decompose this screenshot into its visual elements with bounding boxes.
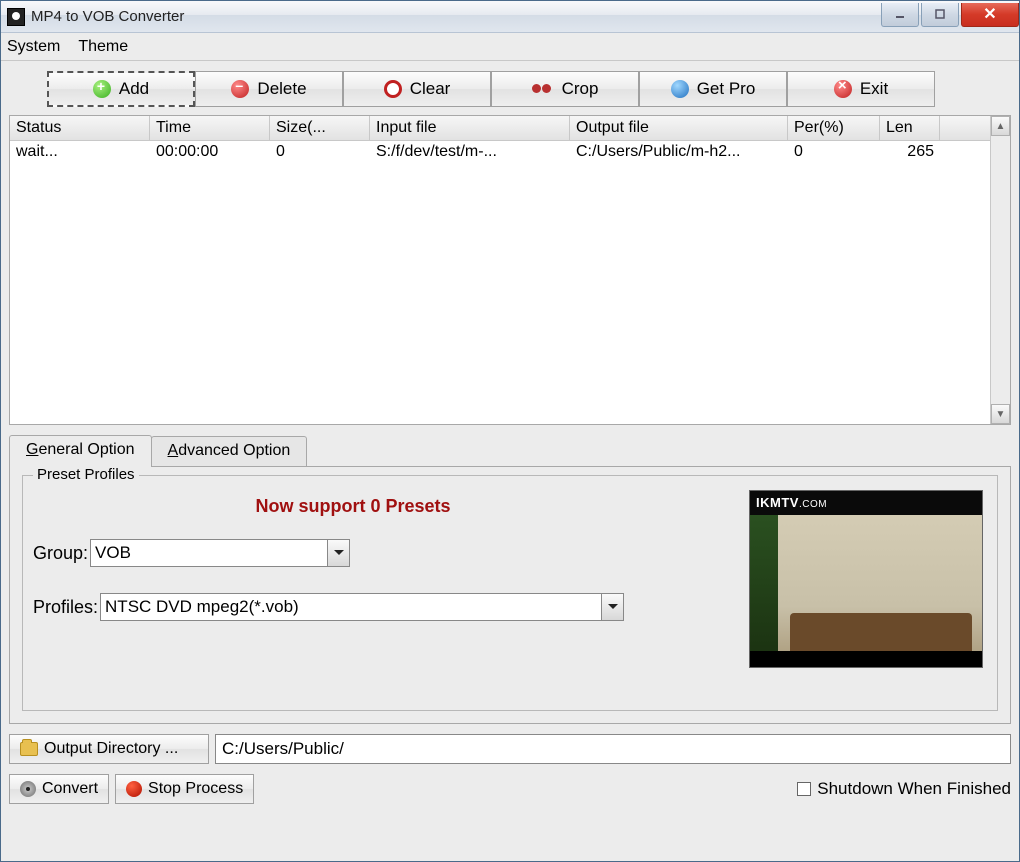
shutdown-checkbox[interactable]: Shutdown When Finished (797, 779, 1011, 799)
cell-status: wait... (10, 141, 150, 163)
cell-len: 265 (880, 141, 940, 163)
preview-scene (750, 515, 982, 667)
file-table: Status Time Size(... Input file Output f… (9, 115, 1011, 425)
folder-icon (20, 742, 38, 756)
preview-brand-bar: IKMTV.COM (750, 491, 982, 515)
chevron-down-icon (601, 594, 623, 620)
title-bar: MP4 to VOB Converter ✕ (1, 1, 1019, 33)
preset-legend: Preset Profiles (33, 466, 139, 483)
minimize-icon (894, 8, 906, 20)
delete-label: Delete (257, 79, 306, 99)
exit-icon (834, 80, 852, 98)
cell-output: C:/Users/Public/m-h2... (570, 141, 788, 163)
getpro-button[interactable]: Get Pro (639, 71, 787, 107)
group-combo[interactable]: VOB (90, 539, 350, 567)
toolbar: Add Delete Clear Crop Get Pro Exit (47, 71, 1011, 107)
output-path-input[interactable] (215, 734, 1011, 764)
add-label: Add (119, 79, 149, 99)
tab-general-rest: eneral Option (38, 441, 134, 458)
minimize-button[interactable] (881, 3, 919, 27)
stop-icon (126, 781, 142, 797)
convert-button[interactable]: Convert (9, 774, 109, 804)
add-button[interactable]: Add (47, 71, 195, 107)
getpro-label: Get Pro (697, 79, 756, 99)
tab-panel-general: Preset Profiles Now support 0 Presets Gr… (9, 466, 1011, 724)
cell-size: 0 (270, 141, 370, 163)
maximize-icon (934, 8, 946, 20)
clear-icon (384, 80, 402, 98)
options-tabs: General Option Advanced Option Preset Pr… (9, 435, 1011, 724)
group-value: VOB (95, 543, 131, 563)
profiles-label: Profiles: (33, 597, 98, 618)
col-len[interactable]: Len (880, 116, 940, 140)
maximize-button[interactable] (921, 3, 959, 27)
add-icon (93, 80, 111, 98)
col-status[interactable]: Status (10, 116, 150, 140)
crop-icon (532, 80, 554, 98)
checkbox-box-icon (797, 782, 811, 796)
preset-message: Now support 0 Presets (193, 496, 513, 517)
menu-bar: System Theme (1, 33, 1019, 61)
output-dir-label: Output Directory ... (44, 740, 178, 758)
cell-per: 0 (788, 141, 880, 163)
menu-system[interactable]: System (7, 38, 60, 56)
stop-button[interactable]: Stop Process (115, 774, 254, 804)
clear-label: Clear (410, 79, 451, 99)
scroll-up-icon[interactable]: ▲ (991, 116, 1010, 136)
preset-fieldset: Preset Profiles Now support 0 Presets Gr… (22, 475, 998, 711)
delete-button[interactable]: Delete (195, 71, 343, 107)
table-header: Status Time Size(... Input file Output f… (10, 116, 1010, 141)
scroll-down-icon[interactable]: ▼ (991, 404, 1010, 424)
tab-advanced[interactable]: Advanced Option (151, 436, 308, 466)
clear-button[interactable]: Clear (343, 71, 491, 107)
scrollbar[interactable]: ▲ ▼ (990, 116, 1010, 424)
output-directory-button[interactable]: Output Directory ... (9, 734, 209, 764)
window-title: MP4 to VOB Converter (31, 8, 879, 25)
col-time[interactable]: Time (150, 116, 270, 140)
exit-label: Exit (860, 79, 888, 99)
crop-button[interactable]: Crop (491, 71, 639, 107)
profiles-combo[interactable]: NTSC DVD mpeg2(*.vob) (100, 593, 624, 621)
crop-label: Crop (562, 79, 599, 99)
close-icon: ✕ (983, 4, 996, 24)
group-label: Group: (33, 543, 88, 564)
col-size[interactable]: Size(... (270, 116, 370, 140)
stop-label: Stop Process (148, 780, 243, 798)
table-row[interactable]: wait... 00:00:00 0 S:/f/dev/test/m-... C… (10, 141, 1010, 163)
profiles-value: NTSC DVD mpeg2(*.vob) (105, 597, 299, 617)
preview-brand: IKMTV (756, 495, 799, 510)
delete-icon (231, 80, 249, 98)
getpro-icon (671, 80, 689, 98)
shutdown-label: Shutdown When Finished (817, 779, 1011, 799)
chevron-down-icon (327, 540, 349, 566)
video-preview: IKMTV.COM (749, 490, 983, 668)
tab-general[interactable]: General Option (9, 435, 152, 467)
app-window: MP4 to VOB Converter ✕ System Theme Add (0, 0, 1020, 862)
preview-letterbox (750, 651, 982, 667)
exit-button[interactable]: Exit (787, 71, 935, 107)
convert-icon (20, 781, 36, 797)
preview-tld: .COM (799, 499, 827, 510)
app-icon (7, 8, 25, 26)
convert-label: Convert (42, 780, 98, 798)
cell-time: 00:00:00 (150, 141, 270, 163)
table-body: wait... 00:00:00 0 S:/f/dev/test/m-... C… (10, 141, 1010, 424)
close-button[interactable]: ✕ (961, 3, 1019, 27)
col-output[interactable]: Output file (570, 116, 788, 140)
col-per[interactable]: Per(%) (788, 116, 880, 140)
col-input[interactable]: Input file (370, 116, 570, 140)
tab-advanced-rest: dvanced Option (178, 442, 290, 459)
cell-input: S:/f/dev/test/m-... (370, 141, 570, 163)
menu-theme[interactable]: Theme (78, 38, 128, 56)
